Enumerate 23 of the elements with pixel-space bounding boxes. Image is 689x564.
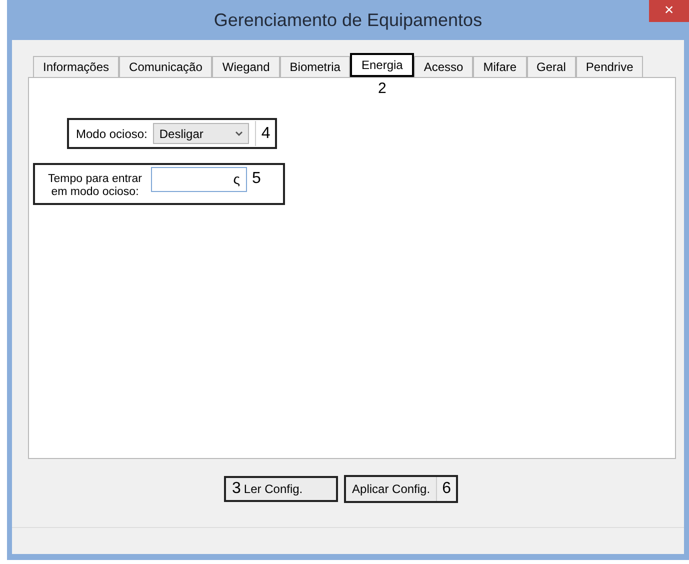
- tab[interactable]: Comunicação: [119, 56, 212, 77]
- callout-number: 4: [255, 121, 276, 146]
- idle-mode-dropdown[interactable]: Desligar: [153, 123, 250, 144]
- callout-number: 2: [378, 79, 386, 98]
- window-title: Gerenciamento de Equipamentos: [214, 10, 482, 30]
- callout-number: 3: [232, 480, 241, 498]
- tab[interactable]: Informações: [33, 56, 120, 77]
- idle-time-field[interactable]: ς: [151, 167, 247, 192]
- tab[interactable]: Acesso: [414, 56, 474, 77]
- config-button[interactable]: 3 Ler Config.: [224, 476, 338, 502]
- tab[interactable]: Mifare: [473, 56, 527, 77]
- button-label: Ler Config.: [244, 482, 303, 496]
- idle-mode-label: Modo ocioso:: [76, 126, 148, 140]
- callout-number: 6: [441, 480, 452, 498]
- tab[interactable]: Biometria: [280, 56, 350, 77]
- tab[interactable]: Geral: [526, 56, 576, 77]
- close-button[interactable]: ×: [649, 0, 689, 22]
- tab[interactable]: Wiegand: [212, 56, 280, 77]
- callout-number: 5: [251, 169, 262, 189]
- config-button[interactable]: Aplicar Config.: [346, 477, 438, 501]
- idle-time-label: Tempo para entrar em modo ocioso:: [47, 172, 143, 199]
- tab[interactable]: Pendrive: [576, 56, 644, 77]
- chevron-icon: [235, 131, 244, 136]
